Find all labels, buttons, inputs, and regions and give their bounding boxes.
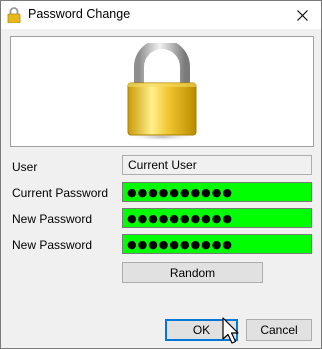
current-password-field[interactable]: ●●●●●●●●●●	[122, 182, 312, 202]
new-password-field[interactable]: ●●●●●●●●●●	[122, 208, 312, 228]
current-password-label: Current Password	[12, 186, 109, 200]
window-title: Password Change	[28, 7, 131, 21]
user-label: User	[12, 160, 38, 174]
lock-banner	[10, 36, 314, 147]
confirm-password-field[interactable]: ●●●●●●●●●●	[122, 234, 312, 254]
user-field: Current User	[122, 155, 312, 175]
close-button[interactable]	[283, 1, 321, 29]
padlock-icon	[126, 43, 198, 141]
new-password-label: New Password	[12, 212, 93, 226]
title-bar[interactable]: Password Change	[1, 1, 321, 29]
random-button[interactable]: Random	[122, 262, 263, 283]
lock-icon	[7, 7, 21, 23]
close-icon	[296, 9, 308, 21]
mouse-pointer-icon	[222, 317, 239, 344]
password-change-dialog: Password Change User Current User Curren…	[0, 0, 322, 349]
confirm-password-label: New Password	[12, 238, 93, 252]
cancel-button[interactable]: Cancel	[246, 319, 312, 341]
